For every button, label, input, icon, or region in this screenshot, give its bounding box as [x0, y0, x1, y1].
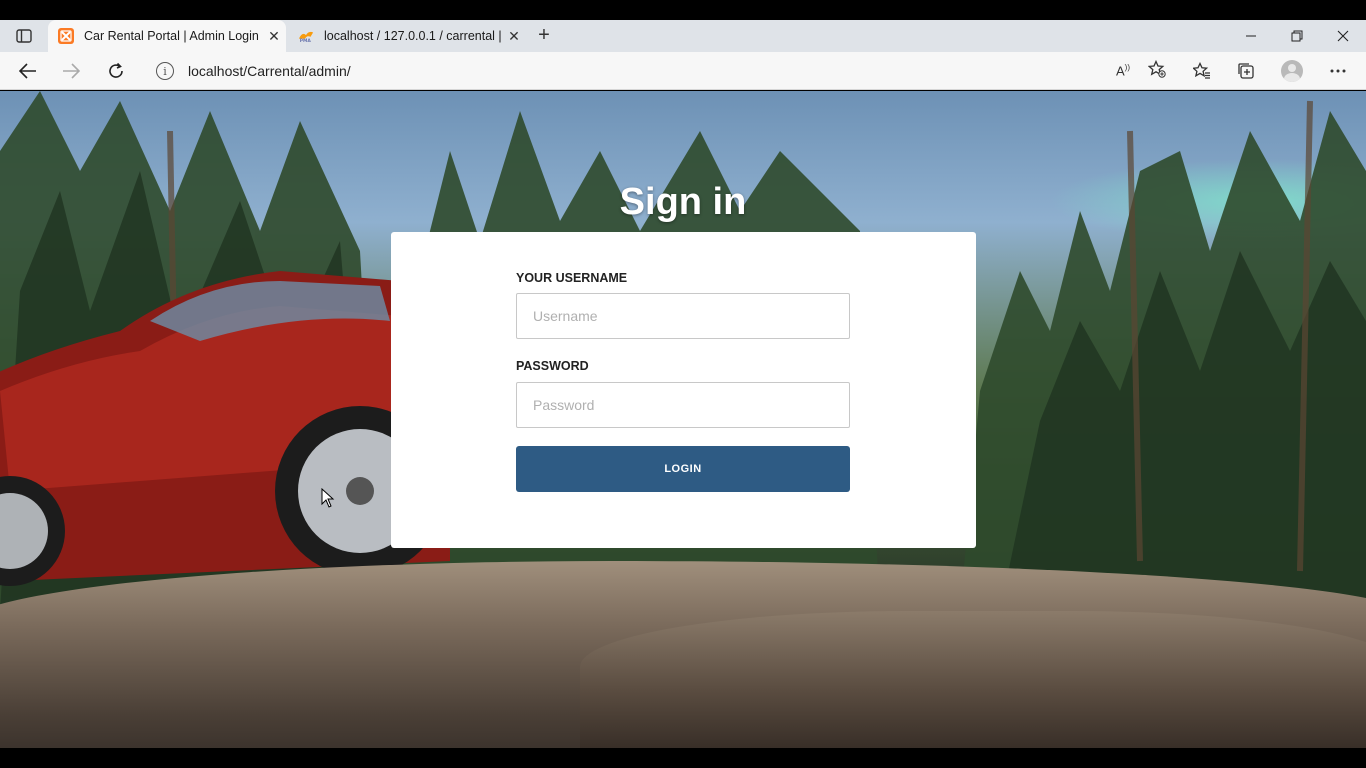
add-favorite-icon[interactable]: [1147, 59, 1166, 83]
address-bar[interactable]: i localhost/Carrental/admin/ A)): [146, 56, 1180, 86]
favorites-icon: [1193, 62, 1210, 79]
tab-phpmyadmin[interactable]: PMA localhost / 127.0.0.1 / carrental | …: [288, 20, 526, 52]
back-arrow-icon: [19, 63, 36, 79]
refresh-button[interactable]: [102, 57, 130, 85]
browser-toolbar: i localhost/Carrental/admin/ A)): [0, 52, 1366, 90]
settings-more-button[interactable]: [1324, 57, 1352, 85]
username-input[interactable]: [516, 293, 850, 339]
more-options-icon: [1330, 69, 1346, 73]
username-label: YOUR USERNAME: [516, 271, 628, 285]
tab-actions-button[interactable]: [8, 24, 40, 48]
password-label: PASSWORD: [516, 359, 589, 373]
close-window-icon[interactable]: [1320, 20, 1366, 52]
tab-title: Car Rental Portal | Admin Login: [84, 29, 259, 43]
avatar: [1281, 60, 1303, 82]
xampp-icon: [58, 28, 74, 44]
close-tab-icon[interactable]: ✕: [262, 28, 286, 45]
forward-arrow-icon: [63, 63, 80, 79]
collections-button[interactable]: [1232, 57, 1260, 85]
mouse-cursor-icon: [321, 488, 335, 508]
phpmyadmin-icon: PMA: [298, 28, 314, 44]
collections-icon: [1238, 63, 1254, 79]
rock-shadow-image: [580, 611, 1366, 748]
tab-admin-login[interactable]: Car Rental Portal | Admin Login ✕: [48, 20, 286, 52]
login-button[interactable]: LOGIN: [516, 446, 850, 492]
password-input[interactable]: [516, 382, 850, 428]
profile-button[interactable]: [1278, 57, 1306, 85]
back-button[interactable]: [14, 57, 42, 85]
tab-title: localhost / 127.0.0.1 / carrental |: [324, 29, 502, 43]
address-url: localhost/Carrental/admin/: [188, 63, 351, 79]
window-controls: [1228, 20, 1366, 52]
svg-text:PMA: PMA: [300, 38, 312, 43]
browser-tab-bar: Car Rental Portal | Admin Login ✕ PMA lo…: [0, 20, 1366, 52]
restore-icon[interactable]: [1274, 20, 1320, 52]
page-background: Sign in YOUR USERNAME PASSWORD LOGIN: [0, 91, 1366, 748]
favorites-button[interactable]: [1188, 57, 1216, 85]
page-title: Sign in: [619, 181, 747, 223]
tab-actions-icon: [16, 29, 32, 43]
screen-top-border: [0, 0, 1366, 20]
site-info-icon[interactable]: i: [156, 62, 174, 80]
login-card: YOUR USERNAME PASSWORD LOGIN: [391, 232, 976, 548]
screen-bottom-border: [0, 748, 1366, 768]
new-tab-button[interactable]: +: [532, 24, 556, 48]
close-tab-icon[interactable]: ✕: [502, 28, 526, 45]
refresh-icon: [109, 62, 123, 78]
read-aloud-icon[interactable]: A)): [1116, 63, 1130, 78]
forward-button[interactable]: [57, 57, 85, 85]
minimize-icon[interactable]: [1228, 20, 1274, 52]
